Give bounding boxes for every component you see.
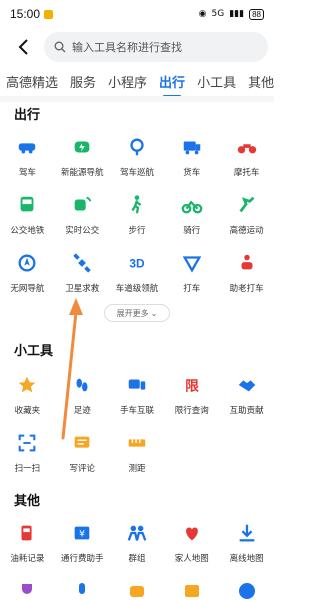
annotation-arrow — [61, 298, 83, 440]
